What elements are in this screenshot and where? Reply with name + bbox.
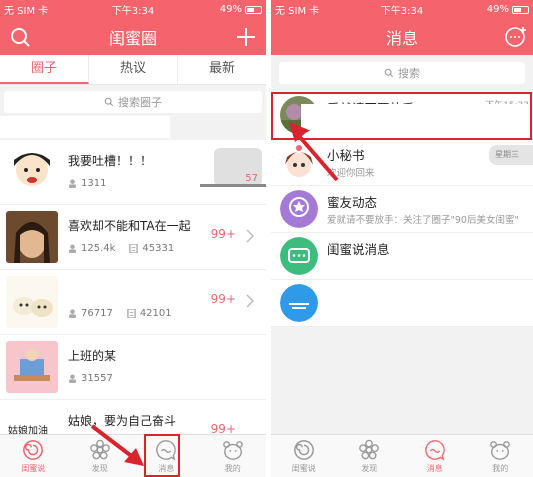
message-icon <box>156 439 177 461</box>
conversation-preview: 爱就请不要放手：关注了圈子"90后美女闺蜜" <box>327 215 519 226</box>
members-icon <box>68 179 77 188</box>
status-bar: 无 SIM 卡 下午3:34 49% <box>271 0 533 19</box>
message-icon <box>424 439 445 461</box>
obscured-region <box>0 116 170 138</box>
member-count: 125.4k <box>81 243 116 254</box>
flower-icon <box>359 439 380 459</box>
members-icon <box>68 244 77 253</box>
tabbar-item-messages[interactable]: 消息 <box>402 435 468 477</box>
page-title: 闺蜜圈 <box>108 29 157 48</box>
search-icon <box>104 97 114 107</box>
group-search-input[interactable]: 搜索圈子 <box>4 91 262 113</box>
tabbar-item-profile[interactable]: 我的 <box>200 435 267 477</box>
bottom-tab-bar: 闺蜜说 发现 消息 我的 <box>271 434 533 477</box>
tab-latest[interactable]: 最新 <box>178 55 266 84</box>
chevron-right-icon <box>246 229 254 243</box>
unread-badge: 99+ <box>210 292 236 306</box>
tab-groups[interactable]: 圈子 <box>0 55 89 84</box>
battery-label: 49% <box>219 4 242 15</box>
search-placeholder: 搜索圈子 <box>118 96 162 109</box>
list-item[interactable]: 上班的某 31557 <box>0 335 266 400</box>
battery-icon <box>512 5 529 14</box>
conversation-name: 蜜友动态 <box>327 195 378 210</box>
bear-icon <box>490 440 511 460</box>
avatar <box>280 284 318 322</box>
search-icon <box>384 68 394 78</box>
group-name: 我要吐槽！！！ <box>68 154 153 168</box>
page-title: 消息 <box>385 29 418 48</box>
battery-label: 49% <box>486 4 509 15</box>
unread-badge: 99+ <box>210 227 236 241</box>
tabbar-item-discover[interactable]: 发现 <box>67 435 134 477</box>
avatar <box>280 237 318 275</box>
bear-icon <box>222 440 243 460</box>
preview-thumbnail: 57 <box>214 148 262 186</box>
tab-hot[interactable]: 热议 <box>89 55 178 84</box>
search-icon[interactable] <box>8 25 32 49</box>
swirl-icon <box>23 439 44 460</box>
members-icon <box>68 374 77 383</box>
conversation-row[interactable]: 蜜友动态 爱就请不要放手：关注了圈子"90后美女闺蜜" <box>271 186 533 233</box>
member-count: 76717 <box>81 308 113 319</box>
conversation-preview: 欢迎你回来 <box>327 168 375 179</box>
tabbar-item-discover[interactable]: 发现 <box>337 435 403 477</box>
side-snippet: 星期三 <box>489 145 533 165</box>
divider <box>200 184 266 187</box>
preview-badge: 57 <box>245 173 258 184</box>
post-count: 42101 <box>139 308 172 319</box>
status-bar: 无 SIM 卡 下午3:34 49% <box>0 0 266 19</box>
conversation-row[interactable]: 小秘书 欢迎你回来 星期三 <box>271 139 533 186</box>
conversation-row[interactable]: 闺蜜说消息 <box>271 233 533 280</box>
group-name: 姑娘，要为自己奋斗 <box>68 414 177 428</box>
conversation-row[interactable] <box>271 280 533 327</box>
conversation-row[interactable]: 爱就请不要放手 下午15:33 <box>271 92 533 139</box>
add-icon[interactable] <box>234 25 258 49</box>
list-item[interactable]: 喜欢却不能和TA在一起 125.4k 45331 99+ <box>0 205 266 270</box>
message-list: 爱就请不要放手 下午15:33 小秘书 欢迎你回来 星期三 蜜友动态 爱就请不要… <box>271 92 533 327</box>
obscured-region <box>301 104 529 130</box>
member-count: 1311 <box>81 178 107 189</box>
left-phone-screen: 无 SIM 卡 下午3:34 49% 闺蜜圈 圈子 热议 最新 搜索圈子 我要吐… <box>0 0 266 477</box>
swirl-icon <box>293 439 314 460</box>
tabbar-item-home[interactable]: 闺蜜说 <box>0 435 67 477</box>
avatar <box>280 190 318 228</box>
group-avatar <box>6 211 58 263</box>
group-avatar <box>6 341 58 393</box>
group-avatar <box>6 146 58 198</box>
tabbar-item-profile[interactable]: 我的 <box>468 435 533 477</box>
post-count: 45331 <box>142 243 175 254</box>
battery-icon <box>245 5 262 14</box>
conversation-name: 闺蜜说消息 <box>327 242 390 257</box>
right-phone-screen: 无 SIM 卡 下午3:34 49% 消息 搜索 爱就请不要放手 下午15:33 <box>271 0 533 477</box>
nav-bar: 消息 <box>271 19 533 55</box>
group-name: 上班的某 <box>68 349 117 363</box>
search-placeholder: 搜索 <box>398 67 420 80</box>
posts-icon <box>129 244 139 253</box>
list-item[interactable]: 我要吐槽！！！ 1311 57 <box>0 140 266 205</box>
bottom-tab-bar: 闺蜜说 发现 消息 我的 <box>0 434 266 477</box>
chevron-right-icon <box>246 294 254 308</box>
new-chat-icon[interactable] <box>503 25 527 49</box>
conversation-name: 小秘书 <box>327 148 365 163</box>
group-list: 我要吐槽！！！ 1311 57 喜欢却不能和TA在一起 125.4k 45331… <box>0 140 266 465</box>
avatar <box>280 143 318 181</box>
group-avatar <box>6 276 58 328</box>
posts-icon <box>127 309 136 318</box>
group-name: 喜欢却不能和TA在一起 <box>68 219 191 233</box>
members-icon <box>68 309 77 318</box>
nav-bar: 闺蜜圈 <box>0 19 266 55</box>
category-tabs: 圈子 热议 最新 <box>0 55 266 85</box>
flower-icon <box>89 439 110 459</box>
message-search-input[interactable]: 搜索 <box>279 62 525 84</box>
tabbar-item-messages[interactable]: 消息 <box>133 435 200 477</box>
list-item[interactable]: 76717 42101 99+ <box>0 270 266 335</box>
member-count: 31557 <box>81 373 113 384</box>
tabbar-item-home[interactable]: 闺蜜说 <box>271 435 337 477</box>
obscured-region <box>120 180 200 194</box>
